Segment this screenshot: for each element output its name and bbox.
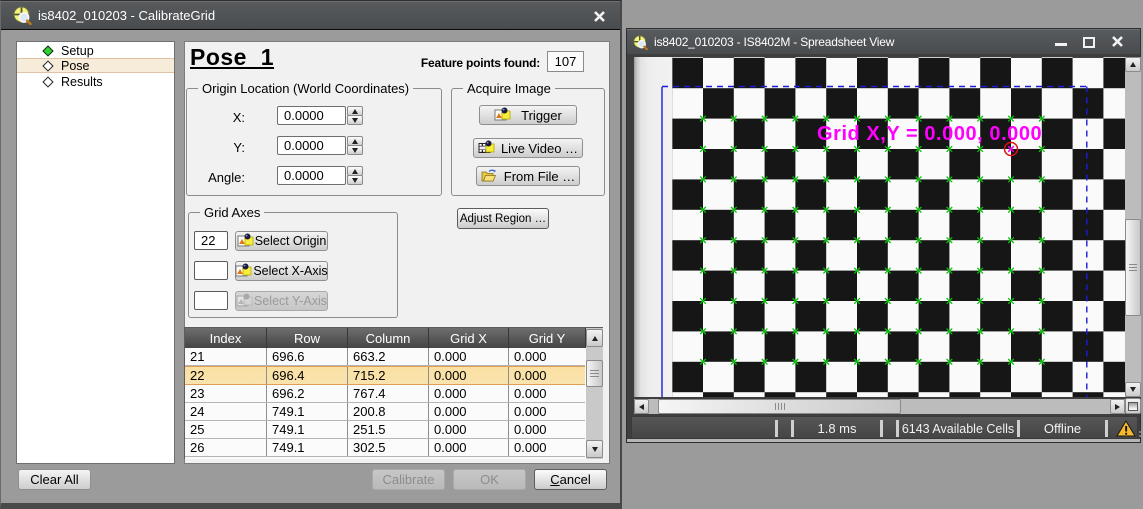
svg-text:Grid X,Y = 0.000, 0.000: Grid X,Y = 0.000, 0.000	[817, 123, 1042, 145]
